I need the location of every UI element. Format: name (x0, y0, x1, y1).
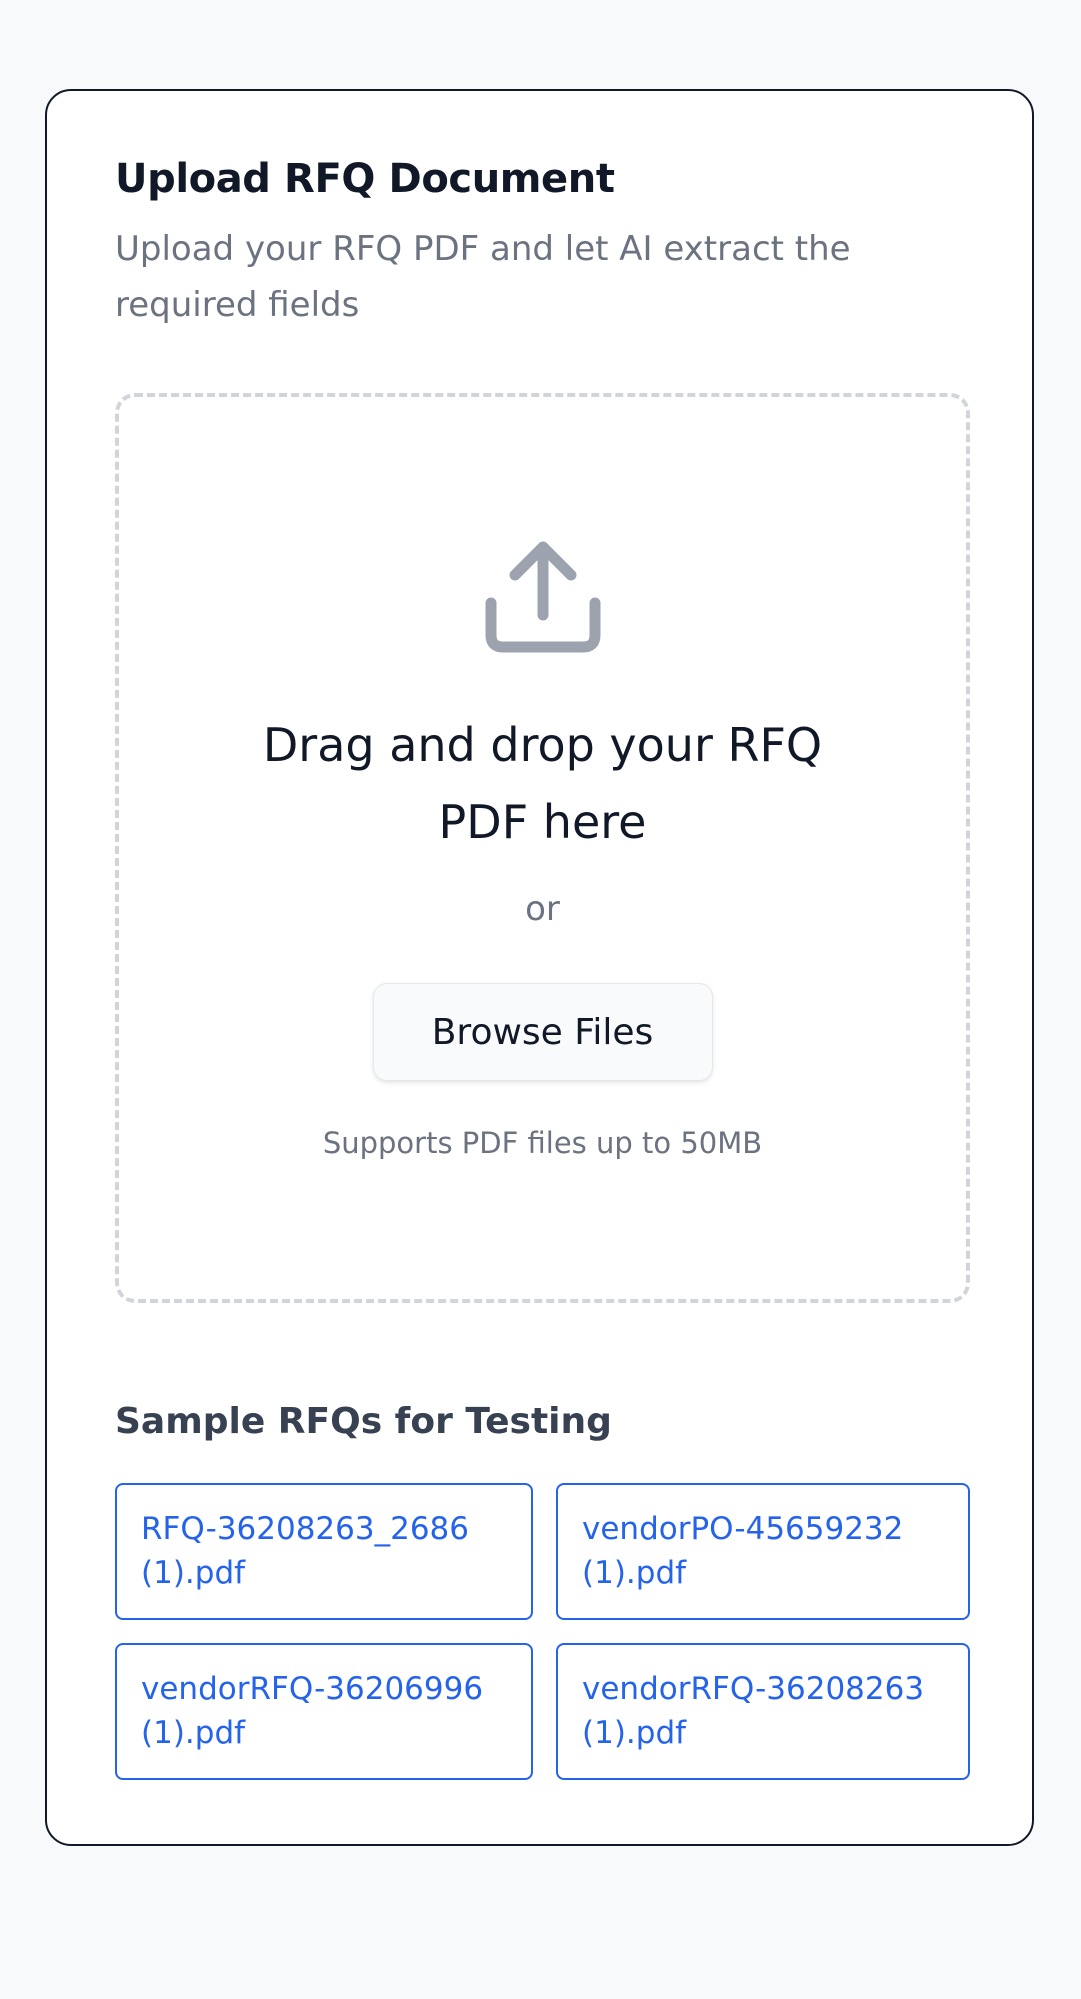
file-dropzone[interactable]: Drag and drop your RFQ PDF here or Brows… (115, 393, 970, 1303)
upload-card-content: Upload RFQ Document Upload your RFQ PDF … (115, 91, 970, 1844)
dropzone-title: Drag and drop your RFQ PDF here (262, 718, 823, 849)
sample-rfq-list: RFQ-36208263_2686 (1).pdf vendorPO-45659… (115, 1483, 970, 1780)
sample-rfq-item[interactable]: RFQ-36208263_2686 (1).pdf (115, 1483, 533, 1620)
or-separator: or (525, 889, 560, 929)
file-support-note: Supports PDF files up to 50MB (322, 1126, 763, 1160)
sample-rfq-item[interactable]: vendorRFQ-36206996 (1).pdf (115, 1643, 533, 1780)
upload-card: Upload RFQ Document Upload your RFQ PDF … (45, 89, 1034, 1846)
page-title: Upload RFQ Document (115, 156, 615, 202)
sample-rfq-item[interactable]: vendorRFQ-36208263 (1).pdf (556, 1643, 970, 1780)
page-subtitle: Upload your RFQ PDF and let AI extract t… (115, 229, 851, 325)
browse-files-button[interactable]: Browse Files (372, 983, 713, 1081)
upload-icon (485, 541, 600, 653)
sample-rfq-item[interactable]: vendorPO-45659232 (1).pdf (556, 1483, 970, 1620)
samples-heading: Sample RFQs for Testing (115, 1401, 612, 1442)
